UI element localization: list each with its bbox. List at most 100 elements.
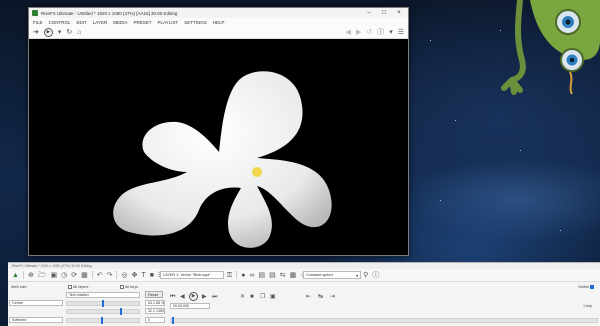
menu-media[interactable]: MEDIA [113,20,127,25]
visible-label: Visible [578,285,590,289]
ruler-icon[interactable]: ▤ [269,272,276,279]
link-icon[interactable]: ∞ [249,272,254,279]
text-icon[interactable]: T [141,272,145,279]
blob-shape[interactable] [29,40,408,256]
time-field[interactable]: 00:00.000 [170,303,210,309]
chevron-down-icon[interactable]: ▾ [389,29,393,36]
z-slider-thumb[interactable] [101,317,103,324]
main-toolbar: ➔ ▶ ▾ ↻ ⌂ ◀ ▶ ↺ ⓘ ▾ ☰ [29,26,408,39]
reset-button[interactable]: Reset [145,291,163,298]
z-slider[interactable] [66,318,140,323]
next-icon[interactable]: ▶ [356,29,361,36]
y-value-field[interactable]: 32.1 1389 [145,308,165,314]
chevron-down-icon: ▾ [356,274,358,278]
delete-key-icon[interactable]: ✕ [240,294,245,300]
app-logo-icon: ▲ [12,271,19,279]
menu-playlist[interactable]: PLAYLIST [158,20,179,25]
refresh-icon[interactable]: ↻ [66,29,72,36]
all-keys-checkbox[interactable]: All keys [120,285,138,289]
all-layers-checkbox[interactable]: All layers [68,285,88,289]
menu-settings[interactable]: SETTINGS [184,20,207,25]
x-value-field[interactable]: 54.1 88 % [145,300,165,306]
add-layer-icon[interactable]: ⊕ [28,272,34,279]
close-icon[interactable]: × [393,10,405,16]
lock-icon[interactable]: ⚿ [227,272,232,279]
all-keys-label: All keys [125,285,139,289]
grid-icon[interactable]: ▦ [290,272,297,279]
panel-body: Web size All layers All keys Text rotati… [8,282,600,326]
cycle-icon[interactable]: ⟳ [71,272,77,279]
play-icon[interactable]: ▶ [43,27,53,37]
camera-icon[interactable]: ◎ [121,272,127,279]
align-icon[interactable]: ▤ [258,272,265,279]
checkbox-icon [590,285,595,289]
separator [236,271,238,279]
flip-icon[interactable]: ⇆ [280,272,286,279]
star [520,150,521,151]
separator [22,271,24,279]
timeline-playhead[interactable] [172,317,174,324]
minimize-icon[interactable]: – [363,10,375,16]
last-frame-icon[interactable]: ⏭ [212,294,217,300]
menu-control[interactable]: CONTROL [49,20,71,25]
undo-icon[interactable]: ↺ [366,29,372,36]
home-icon[interactable]: ⌂ [77,29,81,36]
speed-select[interactable]: Constant speed ▾ [303,271,361,279]
maximize-icon[interactable]: □ [378,10,390,16]
help-icon[interactable]: ⓘ [372,272,379,279]
undo-icon[interactable]: ↶ [97,272,103,279]
move-icon[interactable]: ✥ [132,272,138,279]
first-frame-icon[interactable]: ⏮ [170,294,175,300]
menu-edit[interactable]: EDIT [77,20,87,25]
shape-icon[interactable]: ■ [150,272,154,279]
star [455,120,456,121]
menu-help[interactable]: HELP [213,20,225,25]
separator [116,271,118,279]
checkbox-icon [120,285,124,289]
chevron-down-icon[interactable]: ▾ [58,29,62,36]
next-frame-icon[interactable]: ▶ [202,294,207,300]
image-icon[interactable]: ▣ [51,272,58,279]
app-logo-icon [32,10,38,16]
window-title: RiseFX Ultimate - Untitled * 1920 x 1080… [41,10,178,16]
prev-frame-icon[interactable]: ◀ [180,294,185,300]
align-center-icon[interactable]: ↹ [318,294,323,300]
frame-field[interactable]: 0 [145,317,165,323]
key-count-label: 1 key [583,304,593,308]
prev-icon[interactable]: ◀ [346,29,351,36]
align-left-icon[interactable]: ⇤ [306,294,311,300]
star [560,230,561,231]
help-icon[interactable]: ⓘ [377,29,384,36]
menu-layer[interactable]: LAYER [93,20,107,25]
pin-icon[interactable]: ⚲ [363,272,368,279]
y-slider[interactable] [66,309,140,314]
preset-select[interactable]: Text rotation [66,292,140,298]
visible-checkbox[interactable]: Visible [578,285,595,289]
smoothing-select[interactable]: Softened [9,317,63,323]
layer-select[interactable]: LAYER 1: Vector "Blob.wpa" [160,271,224,279]
timeline-track[interactable] [170,318,598,323]
menu-preset[interactable]: PRESET [134,20,152,25]
checkbox-icon [68,285,72,289]
y-slider-thumb[interactable] [120,308,122,315]
menu-icon[interactable]: ☰ [398,29,404,36]
anchor-select[interactable]: Centre [9,300,63,306]
alien-mascot-image [501,0,600,95]
folder-icon[interactable]: 🗁 [38,272,47,279]
grid-icon[interactable]: ▦ [81,272,88,279]
preview-canvas[interactable] [29,40,408,255]
clock-icon[interactable]: ◷ [61,272,67,279]
stop-icon[interactable]: ■ [250,294,254,300]
title-bar: RiseFX Ultimate - Untitled * 1920 x 1080… [29,8,408,18]
x-slider-thumb[interactable] [102,300,104,307]
copy-key-icon[interactable]: ❐ [260,294,265,300]
align-right-icon[interactable]: ⇥ [330,294,335,300]
menu-file[interactable]: FILE [33,20,43,25]
record-icon[interactable]: ● [241,272,245,279]
paste-key-icon[interactable]: ▣ [270,294,276,300]
editor-panel: RiseFX Ultimate * 1920 x 1080 (47%) 30.0… [8,262,600,326]
back-icon[interactable]: ➔ [33,29,39,36]
play-button-icon[interactable]: ▶ [189,292,198,301]
redo-icon[interactable]: ↷ [107,272,113,279]
speed-label: Constant speed [306,273,333,277]
